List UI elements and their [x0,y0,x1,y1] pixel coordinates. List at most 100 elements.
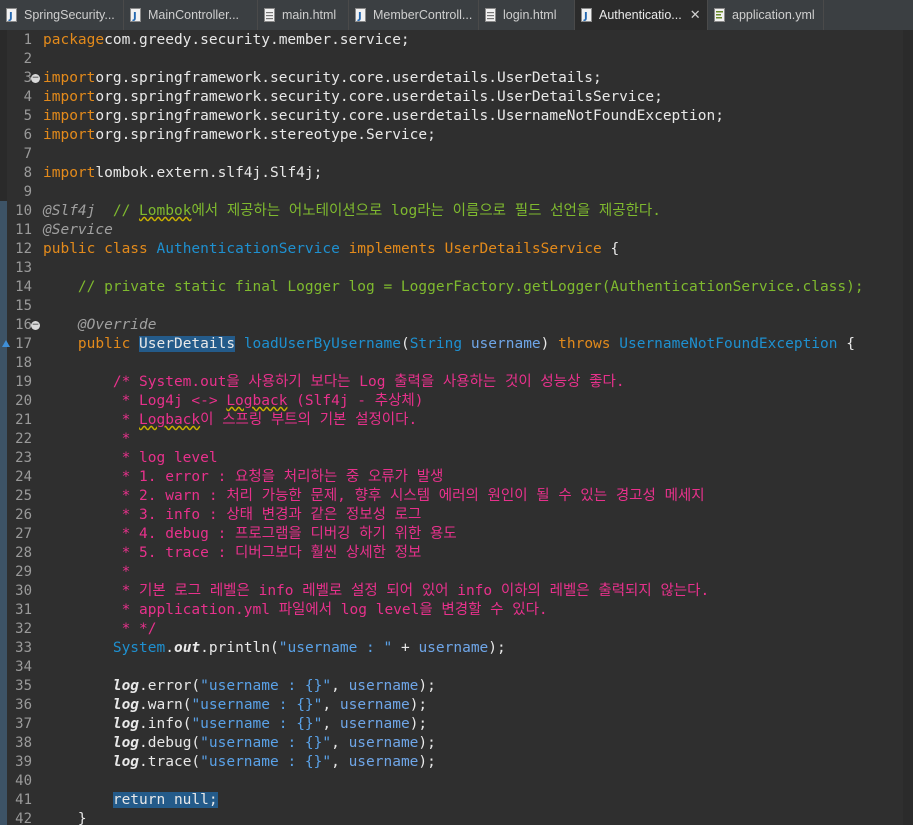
code-line[interactable]: 13 [0,259,913,278]
code-line[interactable]: 2 [0,50,913,69]
code-token: UserDetailsService [444,241,602,257]
code-line[interactable]: 41 return null; [0,791,913,810]
line-number: 38 [15,735,32,751]
code-line[interactable]: 9 [0,183,913,202]
code-token: import [43,108,96,124]
code-line[interactable]: 24 * 1. error : 요청을 처리하는 중 오류가 발생 [0,468,913,487]
code-line[interactable]: 14 // private static final Logger log = … [0,278,913,297]
line-number: 26 [15,507,32,523]
code-line[interactable]: 8 importlombok.extern.slf4j.Slf4j; [0,164,913,183]
code-line[interactable]: 32 * */ [0,620,913,639]
code-line[interactable]: 16− @Override [0,316,913,335]
code-line[interactable]: 10 @Slf4j // Lombok에서 제공하는 어노테이션으로 log라는 … [0,202,913,221]
tab-label: MainController... [148,8,240,22]
code-line[interactable]: 35 log.error("username : {}", username); [0,677,913,696]
code-token: log [112,735,140,751]
code-token: log [112,697,140,713]
code-line[interactable]: 38 log.debug("username : {}", username); [0,734,913,753]
override-marker-icon[interactable] [2,340,10,347]
line-number: 4 [23,89,32,105]
tab-0[interactable]: J SpringSecurity... [0,0,124,30]
code-line[interactable]: 7 [0,145,913,164]
line-number: 6 [23,127,32,143]
code-line[interactable]: 40 [0,772,913,791]
code-line[interactable]: 25 * 2. warn : 처리 가능한 문제, 향후 시스템 에러의 원인이… [0,487,913,506]
code-token: return null; [112,792,218,808]
code-token: ); [418,678,436,694]
code-token: , [331,735,349,751]
code-text: * 기본 로그 레벨은 info 레벨로 설정 되어 있어 info 이하의 레… [43,582,710,601]
code-line[interactable]: 23 * log level [0,449,913,468]
code-text: log.error("username : {}", username); [43,677,436,696]
code-line[interactable]: 15 [0,297,913,316]
code-line[interactable]: 28 * 5. trace : 디버그보다 훨씬 상세한 정보 [0,544,913,563]
code-line[interactable]: 34 [0,658,913,677]
tab-5[interactable]: J Authenticatio... ✕ [575,0,708,30]
tab-1[interactable]: J MainController... [124,0,258,30]
code-token: "username : {}" [200,678,332,694]
code-line[interactable]: 21 * Logback이 스프링 부트의 기본 설정이다. [0,411,913,430]
code-text: * */ [43,620,157,639]
java-file-icon: J [581,8,592,22]
code-line[interactable]: 22 * [0,430,913,449]
code-editor[interactable]: 1 packagecom.greedy.security.member.servi… [0,30,913,825]
code-line[interactable]: 26 * 3. info : 상태 변경과 같은 정보성 로그 [0,506,913,525]
line-number: 30 [15,583,32,599]
code-token: org.springframework.security.core.userde… [95,70,602,86]
code-token: @Override [77,317,157,333]
code-token: username [339,697,410,713]
code-token: Logback [226,393,288,409]
tab-label: Authenticatio... [599,8,682,22]
code-line[interactable]: 6 importorg.springframework.stereotype.Se… [0,126,913,145]
java-file-icon: J [355,8,366,22]
editor-tab-bar: J SpringSecurity... J MainController... main… [0,0,913,31]
code-line[interactable]: 3− importorg.springframework.security.cor… [0,69,913,88]
code-line[interactable]: 12 public class AuthenticationService imp… [0,240,913,259]
code-line[interactable]: 20 * Log4j <-> Logback (Slf4j - 추상체) [0,392,913,411]
line-number: 27 [15,526,32,542]
fold-collapse-icon[interactable]: − [31,321,40,330]
code-line[interactable]: 17 public UserDetails loadUserByUsername… [0,335,913,354]
code-line[interactable]: 31 * application.yml 파일에서 log level을 변경할… [0,601,913,620]
code-line[interactable]: 29 * [0,563,913,582]
code-text: * 4. debug : 프로그램을 디버깅 하기 위한 용도 [43,525,457,544]
code-line[interactable]: 1 packagecom.greedy.security.member.servi… [0,31,913,50]
yml-file-icon [714,8,725,22]
code-token: .println( [200,640,279,656]
code-token: com.greedy.security.member.service; [104,32,410,48]
code-token: UsernameNotFoundException [619,336,838,352]
code-line[interactable]: 5 importorg.springframework.security.core… [0,107,913,126]
code-line[interactable]: 42 } [0,810,913,825]
line-number: 23 [15,450,32,466]
code-line[interactable]: 37 log.info("username : {}", username); [0,715,913,734]
fold-collapse-icon[interactable]: − [31,74,40,83]
tab-label: application.yml [732,8,815,22]
code-token: log [112,678,140,694]
tab-3[interactable]: J MemberControll... [349,0,479,30]
code-line[interactable]: 39 log.trace("username : {}", username); [0,753,913,772]
code-line[interactable]: 27 * 4. debug : 프로그램을 디버깅 하기 위한 용도 [0,525,913,544]
line-number: 41 [15,792,32,808]
code-token: * log level [43,450,218,466]
tab-label: main.html [282,8,337,22]
code-line[interactable]: 19 /* System.out을 사용하기 보다는 Log 출력을 사용하는 … [0,373,913,392]
line-number: 1 [23,32,32,48]
code-line[interactable]: 33 System.out.println("username : " + us… [0,639,913,658]
code-token: .trace( [139,754,201,770]
close-tab-icon[interactable]: ✕ [690,7,701,23]
code-line[interactable]: 36 log.warn("username : {}", username); [0,696,913,715]
tab-6[interactable]: application.yml [708,0,824,30]
code-line[interactable]: 4 importorg.springframework.security.core… [0,88,913,107]
code-line[interactable]: 11 @Service [0,221,913,240]
code-text: * 5. trace : 디버그보다 훨씬 상세한 정보 [43,544,422,563]
code-line[interactable]: 18 [0,354,913,373]
tab-2[interactable]: main.html [258,0,349,30]
tab-4[interactable]: login.html [479,0,575,30]
code-token: , [322,697,340,713]
code-line[interactable]: 30 * 기본 로그 레벨은 info 레벨로 설정 되어 있어 info 이하… [0,582,913,601]
code-token: import [43,165,96,181]
